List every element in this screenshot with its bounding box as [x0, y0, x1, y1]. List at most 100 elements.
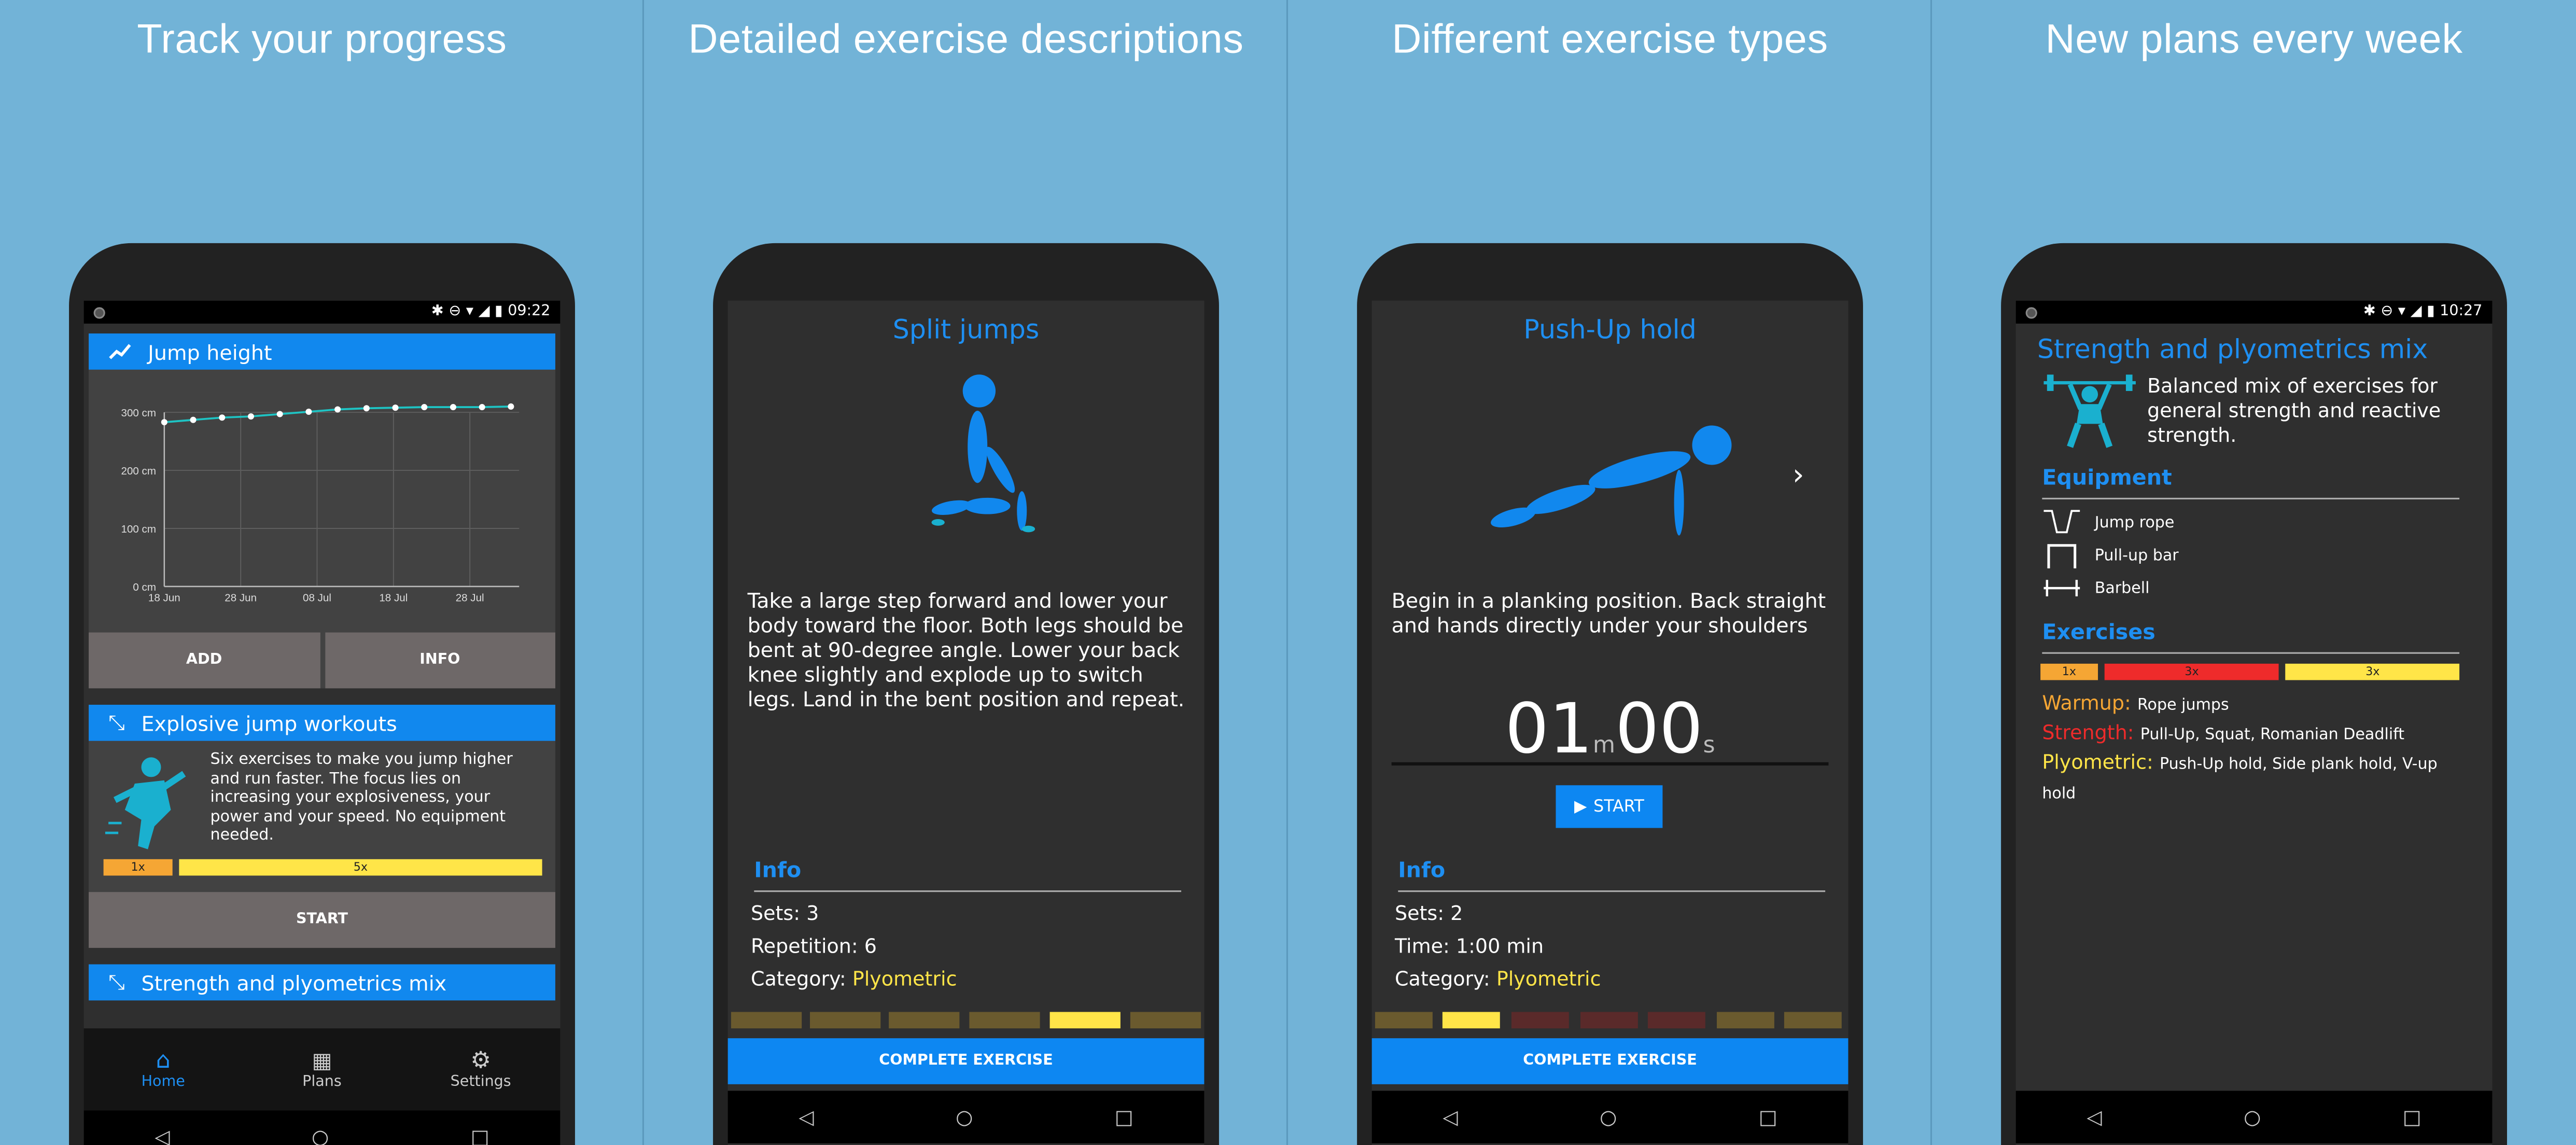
x-tick-label: 18 Jul [379, 592, 408, 604]
category-label: Category: [1394, 967, 1490, 991]
exercises-divider [2042, 652, 2460, 654]
timer-minutes-unit: m [1592, 732, 1616, 759]
exercise-title: Split jumps [892, 314, 1040, 345]
system-nav-bar: ◁ ○ □ [83, 1110, 561, 1145]
home-circle-icon[interactable]: ○ [1600, 1106, 1617, 1128]
segment [1375, 1012, 1433, 1029]
equipment-label: Jump rope [2094, 513, 2175, 532]
phone-frame: Split jumps Take a large step forward an… [713, 243, 1219, 1145]
dnd-icon: ⊖ [449, 304, 461, 320]
panel-title: New plans every week [2045, 16, 2463, 63]
data-point [305, 409, 312, 415]
category-row: Category: Plyometric [1395, 968, 1825, 993]
add-button[interactable]: ADD [89, 632, 320, 689]
segment [1647, 1012, 1705, 1029]
plan-summary: Balanced mix of exercises for general st… [2040, 374, 2492, 450]
data-point [247, 413, 254, 420]
back-icon[interactable]: ◁ [155, 1125, 170, 1145]
exercise-list: Warmup: Rope jumps Strength: Pull-Up, Sq… [2042, 690, 2459, 808]
start-button[interactable]: START [89, 892, 555, 948]
plan-description: Balanced mix of exercises for general st… [2147, 374, 2441, 447]
segment [810, 1012, 881, 1029]
strength-row: Strength: Pull-Up, Squat, Romanian Deadl… [2042, 720, 2459, 749]
recents-icon[interactable]: □ [1759, 1106, 1777, 1128]
y-tick-label: 200 cm [121, 465, 156, 477]
phone-screen: Split jumps Take a large step forward an… [727, 300, 1205, 1145]
expand-icon: ⤡ [108, 709, 125, 735]
timer-minutes: 01 [1505, 688, 1593, 769]
chart-card: Jump height 300 cm 200 cm 100 cm 0 cm 18 Jun… [89, 333, 555, 689]
signal-icon: ◢ [478, 304, 490, 320]
workout-card: ⤡ Explosive jump workouts Six exercises … [89, 705, 555, 948]
status-bar: ✱ ⊖ ▾ ◢ ▮ 10:27 [2015, 300, 2493, 324]
nav-plans[interactable]: ▦ Plans [273, 1049, 371, 1090]
panel-title: Track your progress [137, 16, 507, 63]
next-card-header[interactable]: ⤡ Strength and plyometrics mix [89, 964, 555, 1001]
expand-icon: ⤡ [108, 969, 125, 994]
back-icon[interactable]: ◁ [2087, 1106, 2102, 1128]
progress-segments [1372, 1012, 1849, 1029]
nav-home[interactable]: ⌂ Home [114, 1048, 213, 1091]
panel-title: Detailed exercise descriptions [688, 16, 1244, 63]
phone-screen: ✱ ⊖ ▾ ◢ ▮ 09:22 Jump height 300 cm 200 c… [83, 300, 561, 1145]
segment [1784, 1012, 1842, 1029]
recents-icon[interactable]: □ [471, 1125, 489, 1145]
chart-card-header[interactable]: Jump height [89, 333, 555, 370]
sets-text: Sets: 3 [750, 902, 819, 925]
camera-icon [93, 306, 105, 318]
data-point [190, 416, 197, 423]
segment-current [1442, 1012, 1500, 1029]
recents-icon[interactable]: □ [1115, 1106, 1133, 1128]
play-icon: ▶ [1574, 798, 1587, 816]
chevron-right-icon[interactable]: › [1793, 458, 1804, 493]
timer-seconds: 00 [1615, 688, 1703, 769]
nav-settings[interactable]: ⚙ Settings [431, 1048, 530, 1091]
plan-title: Strength and plyometrics mix [2037, 333, 2428, 365]
category-row: Category: Plyometric [751, 968, 1181, 993]
workout-card-header[interactable]: ⤡ Explosive jump workouts [89, 705, 555, 741]
info-divider [1398, 890, 1826, 892]
phone-screen: Push-Up hold › Begin in a planking posit… [1371, 300, 1849, 1145]
bottom-navigation: ⌂ Home ▦ Plans ⚙ Settings [83, 1028, 561, 1111]
segment [889, 1012, 960, 1029]
equipment-divider [2042, 497, 2460, 500]
back-icon[interactable]: ◁ [1443, 1106, 1458, 1128]
battery-icon: ▮ [495, 304, 503, 320]
info-button[interactable]: INFO [324, 632, 555, 689]
segment [1580, 1012, 1638, 1029]
info-divider [754, 890, 1182, 892]
info-section: Info Sets: 3 Repetition: 6 Category: Ply… [750, 859, 1182, 993]
complete-exercise-button[interactable]: COMPLETE EXERCISE [1371, 1038, 1849, 1084]
warmup-label: Warmup: [2042, 691, 2131, 715]
recents-icon[interactable]: □ [2403, 1106, 2421, 1128]
data-point [363, 405, 370, 412]
back-icon[interactable]: ◁ [799, 1106, 814, 1128]
complete-exercise-button[interactable]: COMPLETE EXERCISE [727, 1038, 1205, 1084]
jump-rope-icon [2043, 510, 2080, 534]
segment [1130, 1012, 1201, 1029]
warmup-row: Warmup: Rope jumps [2042, 690, 2459, 720]
bluetooth-icon: ✱ [2363, 304, 2376, 320]
weightlifter-icon [2043, 374, 2136, 448]
home-circle-icon[interactable]: ○ [956, 1106, 973, 1128]
y-tick-label: 0 cm [133, 581, 156, 593]
exercise-bars: 1x 3x 3x [2040, 663, 2460, 680]
segment [969, 1012, 1040, 1029]
phone-screen: ✱ ⊖ ▾ ◢ ▮ 10:27 Strength and plyometrics… [2015, 300, 2493, 1145]
start-timer-label: START [1593, 798, 1644, 816]
barbell-icon [2043, 580, 2080, 596]
category-label: Category: [750, 967, 846, 991]
data-point [450, 404, 456, 411]
home-circle-icon[interactable]: ○ [312, 1125, 329, 1145]
home-circle-icon[interactable]: ○ [2244, 1106, 2261, 1128]
status-time: 09:22 [508, 304, 551, 320]
panel-exercise-descriptions: Detailed exercise descriptions Split jum… [644, 0, 1289, 1145]
phone-frame: Push-Up hold › Begin in a planking posit… [1357, 243, 1863, 1145]
start-timer-button[interactable]: ▶ START [1556, 785, 1663, 828]
exercises-heading: Exercises [2042, 621, 2155, 646]
x-tick-label: 28 Jul [456, 592, 484, 604]
equipment-item: Barbell [2042, 575, 2459, 602]
equipment-item: Jump rope [2042, 509, 2459, 536]
strength-label: Strength: [2042, 721, 2134, 745]
exercise-description: Take a large step forward and lower your… [747, 588, 1185, 711]
